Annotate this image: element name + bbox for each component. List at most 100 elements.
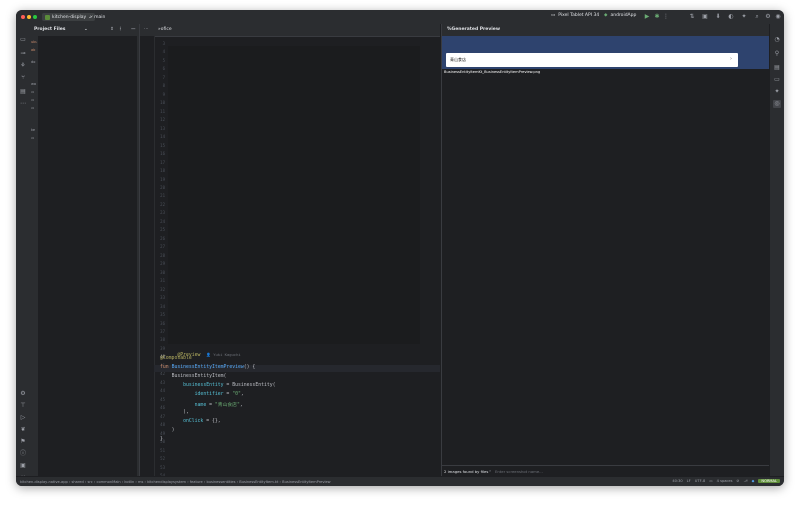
search-icon: ⌕ [489,468,492,473]
right-tool-strip: ◔ ⚲ ▤ ▭ ✦ ◎ [769,24,784,476]
options-icon[interactable]: ⋮ [118,27,123,32]
plugin-icon[interactable]: ◆ [752,479,755,483]
vcs-icon[interactable]: ⎇ [744,479,748,483]
preview-file-name: BusinessEntityItemKt_BusinessEntityItemP… [444,70,541,74]
ide-window: kitchen-display ⌄ ⑂ main ▭ Pixel Tablet … [16,10,784,486]
author-hint-text: Yuki Kaguchi [213,352,241,357]
assistant-icon[interactable]: ✦ [740,13,748,21]
database-icon[interactable]: ▤ [773,64,781,72]
code-editor[interactable]: ⋯ »ofice 3 4 5 6 7 8 9 10 11 12 13 14 15 16 17 18 19 20 21… [139,24,440,478]
readonly-icon[interactable]: ⊘ [736,479,739,483]
commit-tool-icon[interactable]: ⊸ [19,50,27,58]
more-tools-icon[interactable]: ⋯ [19,100,27,108]
tree-item[interactable]: do [31,60,35,64]
line-number: 13 [160,125,165,131]
caret-position[interactable]: 40:30 [672,479,682,483]
line-number: 36 [160,320,165,326]
ai-assistant-icon[interactable]: ✦ [773,88,781,96]
line-number: 32 [160,286,165,292]
folder-icon: ▭ [31,136,35,140]
function-tail: () { [243,365,256,370]
notifications-icon[interactable]: ◔ [773,36,781,44]
expand-icon[interactable]: ⇕ [110,27,114,32]
device-icon: ▭ [551,13,556,18]
running-devices-icon[interactable]: ▭ [773,76,781,84]
project-tree-content [37,36,137,476]
run-config-selector[interactable]: ◆ androidApp [604,13,636,18]
call-name: BusinessEntityItem [171,374,224,379]
line-number: 51 [160,447,165,453]
indent-setting[interactable]: 4 spaces [717,479,733,483]
line-number: 12 [160,117,165,123]
line-number: 7 [162,74,165,80]
code-line-48: } [160,437,163,442]
line-number: 25 [160,227,165,233]
pull-requests-icon[interactable]: ⑂ [19,74,27,82]
device-manager-icon[interactable]: ▣ [701,13,709,21]
line-number: 37 [160,328,165,334]
line-number: 53 [160,464,165,470]
editor-tab-bar: ⋯ »ofice [140,24,440,37]
preview-card: 青山食店 › [446,53,738,67]
minimize-window-button[interactable] [27,15,31,19]
branch-icon: ⑂ [90,15,93,20]
breadcrumb[interactable]: kitchen-display-native-app › shared › sr… [20,480,331,484]
close-paren: ) [171,428,175,433]
code-line-43: identifier = "0", [194,392,244,397]
code-line-39: @Composable [160,356,192,361]
hide-icon[interactable]: — [131,27,136,32]
problems-icon[interactable]: ⊤ [19,402,27,410]
more-icon[interactable]: ⋮ [662,13,670,21]
resource-manager-icon[interactable]: ▤ [19,88,27,96]
line-separator[interactable]: LF [687,479,691,483]
project-tool-icon[interactable]: ▭ [19,36,27,44]
account-icon[interactable]: ◉ [774,13,782,21]
tree-item[interactable]: ke [31,128,35,132]
logcat-icon[interactable]: ❦ [19,426,27,434]
editor-tab[interactable]: »ofice [158,27,172,32]
tab-overflow-icon[interactable]: ⋯ [144,27,149,32]
line-number: 21 [160,193,165,199]
run-tool-icon[interactable]: ▷ [19,414,27,422]
project-switcher[interactable]: kitchen-display ⌄ [42,13,95,21]
line-number: 35 [160,312,165,318]
search-icon[interactable]: ⌕ [753,13,761,21]
app-quality-icon[interactable]: ⚑ [19,438,27,446]
line-number: 30 [160,269,165,275]
close-window-button[interactable] [21,15,25,19]
line-number: 3 [162,41,165,46]
screenshot-preview-icon[interactable]: ◎ [773,100,781,108]
sdk-manager-icon[interactable]: ⬇ [714,13,722,21]
file-encoding[interactable]: UTF-8 [695,479,705,483]
preview-header: %Generated Preview [442,24,771,36]
selected-preview-item[interactable]: 青山食店 › BusinessEntityItemKt_BusinessEnti… [442,36,771,74]
settings-icon[interactable]: ⚙ [764,13,772,21]
folder-icon: ▭ [31,90,35,94]
run-icon[interactable]: ▶ [643,13,651,21]
screenshot-search-input[interactable]: Enter screenshot name... [495,469,543,474]
tree-item[interactable]: ab [31,48,35,52]
gradle-icon[interactable]: ◐ [727,13,735,21]
line-number: 4 [162,49,165,55]
line-number: 23 [160,210,165,216]
chevron-down-icon[interactable]: ⌄ [84,27,88,32]
device-selector[interactable]: ▭ Pixel Tablet API 34 [551,13,599,18]
tree-item[interactable]: wa [31,82,36,86]
gemini-icon[interactable]: ⚲ [773,50,781,58]
debug-icon[interactable]: ✱ [653,13,661,21]
screenshot-preview-panel: %Generated Preview 青山食店 › BusinessEntity… [441,24,771,476]
left-tool-strip: ▭ ⊸ ⚘ ⑂ ▤ ⋯ ⚙ ⊤ ▷ ❦ ⚑ ⓘ ▣ ⑂ [16,24,31,481]
notifications-tool-icon[interactable]: ⓘ [19,450,27,458]
structure-tool-icon[interactable]: ⚘ [19,62,27,70]
keyword: fun [160,365,169,370]
status-bar: kitchen-display-native-app › shared › sr… [16,476,784,486]
zoom-window-button[interactable] [33,15,37,19]
branch-switcher[interactable]: ⑂ main [90,14,105,20]
line-number: 22 [160,201,165,207]
terminal-icon[interactable]: ▣ [19,462,27,470]
sync-icon[interactable]: ⇅ [688,13,696,21]
code-line-45: ), [160,410,189,415]
device-name: Pixel Tablet API 34 [558,13,600,18]
build-variants-icon[interactable]: ⚙ [19,390,27,398]
code-line-44: name = "青山食店", [194,403,243,408]
